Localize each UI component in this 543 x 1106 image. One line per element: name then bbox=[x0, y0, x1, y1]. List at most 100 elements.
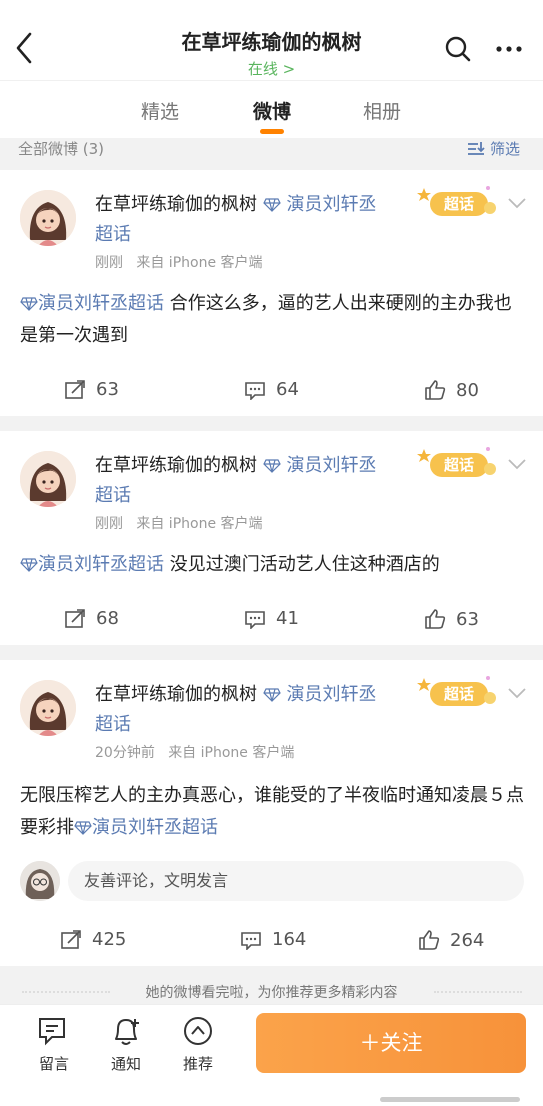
home-indicator bbox=[380, 1097, 520, 1102]
comment-icon bbox=[245, 610, 265, 629]
like-button[interactable]: 264 bbox=[418, 929, 484, 951]
recommend-button[interactable]: 推荐 bbox=[168, 1015, 228, 1074]
post-count: 全部微博 (3) bbox=[18, 140, 105, 158]
message-label: 留言 bbox=[38, 1055, 69, 1073]
comment-button[interactable]: 64 bbox=[244, 379, 299, 400]
chevron-down-icon[interactable] bbox=[506, 686, 528, 700]
badge-label: 超话 bbox=[443, 195, 474, 213]
comment-count: 64 bbox=[276, 379, 299, 400]
username-line[interactable]: 在草坪练瑜伽的枫树 演员刘轩丞超话 bbox=[95, 451, 385, 511]
like-count: 63 bbox=[456, 608, 479, 630]
post-meta: 20分钟前 来自 iPhone 客户端 bbox=[95, 742, 294, 762]
avatar-illustration-icon bbox=[20, 680, 76, 736]
username-line[interactable]: 在草坪练瑜伽的枫树 演员刘轩丞超话 bbox=[95, 190, 385, 250]
tab-featured[interactable]: 精选 bbox=[130, 97, 190, 124]
like-button[interactable]: 63 bbox=[424, 608, 479, 630]
repost-icon bbox=[65, 379, 85, 399]
filter-label: 筛选 bbox=[490, 140, 521, 158]
comment-input[interactable]: 友善评论，文明发言 bbox=[68, 861, 524, 901]
comment-count: 41 bbox=[276, 608, 299, 629]
super-topic-badge[interactable]: 超话 bbox=[414, 182, 500, 222]
active-tab-indicator bbox=[260, 129, 284, 134]
recommend-label: 推荐 bbox=[182, 1055, 213, 1073]
comment-icon bbox=[241, 931, 261, 950]
message-button[interactable]: 留言 bbox=[24, 1015, 84, 1074]
post-text: 没见过澳门活动艺人住这种酒店的 bbox=[164, 554, 440, 575]
topic-link[interactable]: 演员刘轩丞超话 bbox=[38, 554, 164, 575]
avatar-illustration-icon bbox=[20, 861, 60, 901]
notify-button[interactable]: 通知 bbox=[96, 1015, 156, 1074]
filter-button[interactable]: 筛选 bbox=[466, 138, 520, 159]
chevron-down-icon[interactable] bbox=[506, 457, 528, 471]
more-icon[interactable] bbox=[494, 36, 524, 62]
post-source: 来自 iPhone 客户端 bbox=[136, 516, 263, 532]
post-card: 在草坪练瑜伽的枫树 演员刘轩丞超话 刚刚 来自 iPhone 客户端 超话 演员… bbox=[0, 170, 543, 416]
tab-album[interactable]: 相册 bbox=[352, 97, 412, 124]
badge-label: 超话 bbox=[443, 456, 474, 474]
post-source: 来自 iPhone 客户端 bbox=[136, 255, 263, 271]
profile-tabs: 精选 微博 相册 bbox=[0, 80, 543, 138]
username: 在草坪练瑜伽的枫树 bbox=[95, 684, 257, 705]
gem-icon bbox=[263, 459, 281, 473]
post-card: 在草坪练瑜伽的枫树 演员刘轩丞超话 20分钟前 来自 iPhone 客户端 超话… bbox=[0, 660, 543, 966]
avatar[interactable] bbox=[20, 680, 76, 736]
repost-button[interactable]: 63 bbox=[64, 379, 119, 400]
badge-label: 超话 bbox=[443, 685, 474, 703]
follow-button[interactable]: ＋关注 bbox=[256, 1013, 526, 1073]
gem-icon bbox=[20, 558, 38, 572]
like-icon bbox=[419, 930, 440, 950]
filter-bar: 全部微博 (3) 筛选 bbox=[0, 138, 543, 170]
bell-add-icon bbox=[115, 1019, 139, 1045]
post-meta: 刚刚 来自 iPhone 客户端 bbox=[95, 513, 263, 533]
tab-weibo[interactable]: 微博 bbox=[242, 97, 302, 124]
like-icon bbox=[425, 380, 446, 400]
post-time: 刚刚 bbox=[95, 516, 123, 532]
chevron-down-icon[interactable] bbox=[506, 196, 528, 210]
avatar[interactable] bbox=[20, 190, 76, 246]
comment-count: 164 bbox=[272, 929, 307, 950]
topic-link[interactable]: 演员刘轩丞超话 bbox=[92, 817, 218, 838]
username-line[interactable]: 在草坪练瑜伽的枫树 演员刘轩丞超话 bbox=[95, 680, 385, 740]
gem-icon bbox=[263, 198, 281, 212]
avatar[interactable] bbox=[20, 451, 76, 507]
like-icon bbox=[425, 609, 446, 629]
post-body: 演员刘轩丞超话 没见过澳门活动艺人住这种酒店的 bbox=[20, 549, 525, 581]
comment-button[interactable]: 164 bbox=[240, 929, 306, 950]
repost-count: 63 bbox=[96, 379, 119, 400]
gem-icon bbox=[263, 688, 281, 702]
username: 在草坪练瑜伽的枫树 bbox=[95, 194, 257, 215]
super-topic-badge[interactable]: 超话 bbox=[414, 443, 500, 483]
repost-button[interactable]: 425 bbox=[60, 929, 126, 950]
top-navbar: 在草坪练瑜伽的枫树 在线 > bbox=[0, 0, 543, 80]
super-topic-badge[interactable]: 超话 bbox=[414, 672, 500, 712]
repost-icon bbox=[61, 929, 81, 949]
post-meta: 刚刚 来自 iPhone 客户端 bbox=[95, 252, 263, 272]
post-time: 20分钟前 bbox=[95, 745, 155, 761]
avatar-illustration-icon bbox=[20, 451, 76, 507]
like-button[interactable]: 80 bbox=[424, 379, 479, 401]
recommend-icon bbox=[184, 1017, 212, 1045]
avatar-illustration-icon bbox=[20, 190, 76, 246]
repost-button[interactable]: 68 bbox=[64, 608, 119, 629]
comment-button[interactable]: 41 bbox=[244, 608, 299, 629]
comment-icon bbox=[245, 381, 265, 400]
gem-icon bbox=[20, 297, 38, 311]
message-icon bbox=[39, 1018, 65, 1046]
post-time: 刚刚 bbox=[95, 255, 123, 271]
like-count: 264 bbox=[450, 929, 485, 951]
post-body: 无限压榨艺人的主办真恶心，谁能受的了半夜临时通知凌晨５点要彩排 演员刘轩丞超话 bbox=[20, 780, 525, 844]
my-avatar[interactable] bbox=[20, 861, 60, 901]
username: 在草坪练瑜伽的枫树 bbox=[95, 455, 257, 476]
repost-count: 68 bbox=[96, 608, 119, 629]
post-source: 来自 iPhone 客户端 bbox=[168, 745, 295, 761]
like-count: 80 bbox=[456, 379, 479, 401]
notify-label: 通知 bbox=[110, 1055, 141, 1073]
bottom-action-bar: 留言 通知 推荐 ＋关注 bbox=[0, 1004, 543, 1106]
post-card: 在草坪练瑜伽的枫树 演员刘轩丞超话 刚刚 来自 iPhone 客户端 超话 演员… bbox=[0, 431, 543, 645]
divider bbox=[434, 991, 522, 993]
repost-count: 425 bbox=[92, 929, 127, 950]
search-icon[interactable] bbox=[442, 33, 474, 65]
gem-icon bbox=[74, 821, 92, 835]
post-body: 演员刘轩丞超话 合作这么多，逼的艺人出来硬刚的主办我也是第一次遇到 bbox=[20, 288, 525, 352]
topic-link[interactable]: 演员刘轩丞超话 bbox=[38, 293, 164, 314]
